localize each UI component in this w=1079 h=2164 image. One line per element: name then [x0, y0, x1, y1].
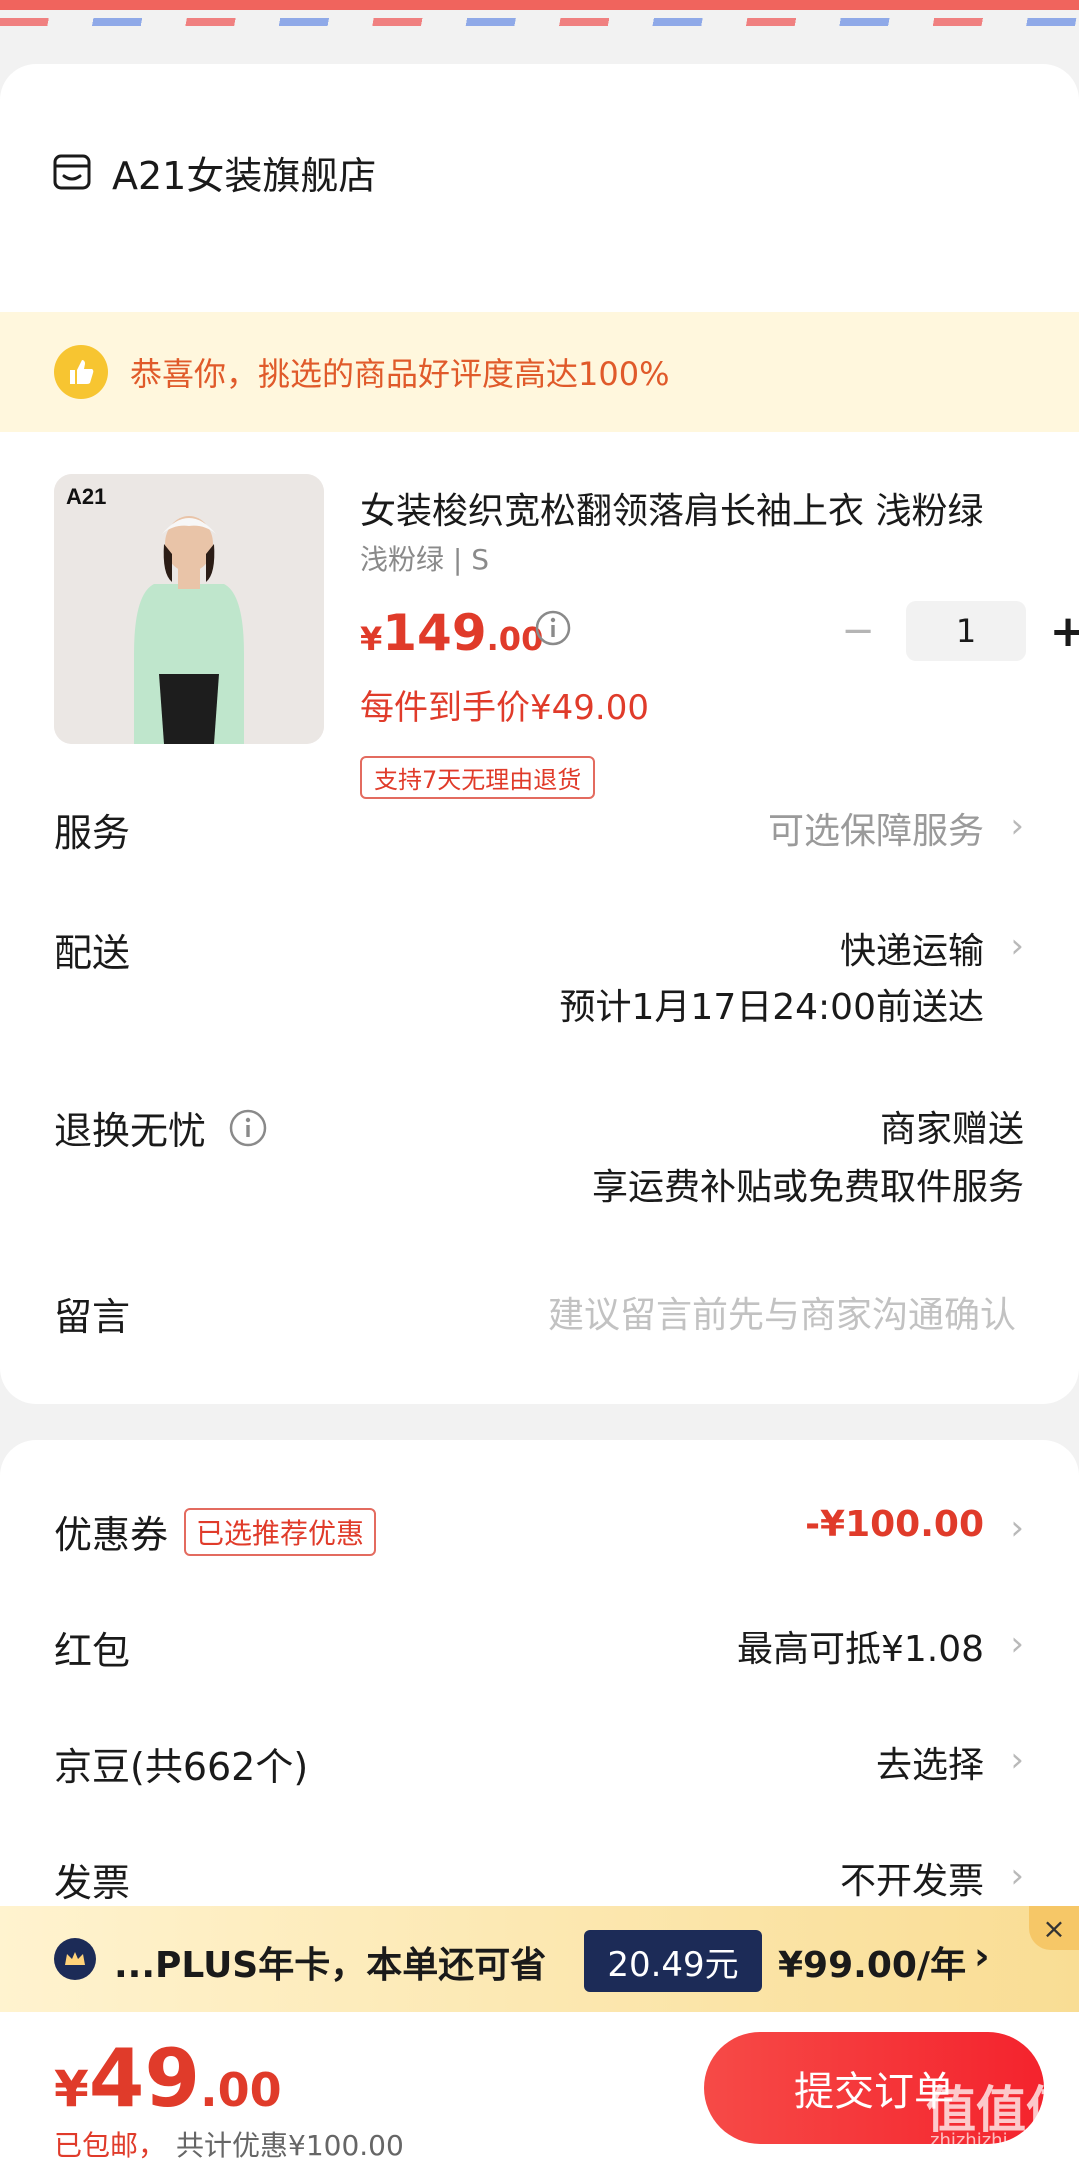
quantity-input[interactable]: 1: [906, 601, 1026, 661]
airmail-border: [0, 0, 1079, 30]
message-label: 留言: [54, 1295, 131, 1339]
decrease-quantity-button[interactable]: −: [838, 608, 878, 654]
store-icon: [53, 154, 91, 190]
top-red-line: [0, 0, 1079, 10]
rating-banner: 恭喜你，挑选的商品好评度高达100%: [0, 312, 1079, 432]
product-title[interactable]: 女装梭织宽松翻领落肩长袖上衣 浅粉绿: [360, 482, 1050, 534]
total-integer: 49: [88, 2032, 201, 2125]
returns-row: 退换无忧 商家赠送 享运费补贴或免费取件服务: [54, 1100, 1024, 1210]
product-item: A21 女装梭织宽松翻领落肩长袖上衣 浅粉绿 浅粉绿 | S ¥149.00 每…: [54, 474, 1079, 804]
service-row[interactable]: 服务 可选保障服务 ›: [54, 802, 1024, 862]
total-currency: ¥: [54, 2060, 89, 2118]
chevron-right-icon: ›: [1010, 1740, 1024, 1780]
delivery-eta: 预计1月17日24:00前送达: [559, 987, 984, 1028]
redpacket-row[interactable]: 红包 最高可抵¥1.08 ›: [54, 1620, 1024, 1680]
price-info-icon[interactable]: [534, 609, 572, 647]
price-integer: 149: [382, 604, 487, 662]
chevron-right-icon: ›: [1010, 1508, 1024, 1548]
delivery-method: 快递运输: [839, 931, 984, 972]
plus-membership-bar[interactable]: ...PLUS年卡，本单还可省 20.49元 ¥99.00/年 › ×: [0, 1906, 1079, 2012]
product-price: ¥149.00: [360, 604, 543, 662]
shop-name: A21女装旗舰店: [112, 153, 377, 198]
close-icon[interactable]: ×: [1029, 1906, 1079, 1950]
plus-promo-text: ...PLUS年卡，本单还可省: [114, 1945, 547, 1986]
checkout-footer: ¥49.00 已包邮， 共计优惠¥100.00 提交订单: [0, 2012, 1079, 2164]
redpacket-label: 红包: [54, 1629, 131, 1673]
service-value: 可选保障服务: [767, 811, 984, 852]
invoice-label: 发票: [54, 1861, 131, 1905]
invoice-row[interactable]: 发票 不开发票 ›: [54, 1852, 1024, 1912]
coupon-row[interactable]: 优惠券 已选推荐优惠 -¥100.00 ›: [54, 1504, 1024, 1564]
increase-quantity-button[interactable]: +: [1048, 606, 1079, 657]
thumbs-up-icon: [54, 345, 108, 399]
delivery-row[interactable]: 配送 快递运输 › 预计1月17日24:00前送达: [54, 922, 1024, 1032]
watermark-url: zhizhizhi.com: [930, 2130, 1052, 2151]
service-label: 服务: [54, 811, 131, 855]
airmail-stripes: [0, 18, 1079, 26]
invoice-value: 不开发票: [839, 1861, 984, 1902]
product-image[interactable]: A21: [54, 474, 324, 744]
shop-header[interactable]: A21女装旗舰店: [52, 142, 376, 202]
coupon-label: 优惠券: [54, 1513, 169, 1557]
total-price: ¥49.00: [54, 2032, 282, 2125]
plus-savings-badge: 20.49元: [584, 1930, 762, 1992]
jingdou-value: 去选择: [875, 1745, 984, 1786]
returns-value-detail: 享运费补贴或免费取件服务: [591, 1167, 1024, 1208]
banner-text: 恭喜你，挑选的商品好评度高达100%: [130, 355, 670, 393]
delivery-label: 配送: [54, 931, 131, 975]
jingdou-label: 京豆(共662个): [54, 1745, 309, 1789]
chevron-right-icon: ›: [1010, 806, 1024, 846]
price-currency: ¥: [360, 620, 383, 658]
product-image-brand: A21: [66, 484, 106, 509]
coupon-value: -¥100.00: [805, 1504, 984, 1545]
chevron-right-icon: ›: [1010, 1624, 1024, 1664]
plus-price: ¥99.00/年: [778, 1945, 967, 1986]
coupon-badge: 已选推荐优惠: [184, 1507, 377, 1556]
message-row[interactable]: 留言 建议留言前先与商家沟通确认: [54, 1286, 1024, 1346]
return-policy-tag: 支持7天无理由退货: [360, 756, 596, 799]
total-discount: 共计优惠¥100.00: [176, 2129, 404, 2162]
jingdou-row[interactable]: 京豆(共662个) 去选择 ›: [54, 1736, 1024, 1796]
final-unit-price: 每件到手价¥49.00: [360, 688, 649, 728]
footer-summary: 已包邮， 共计优惠¥100.00: [54, 2124, 404, 2164]
product-spec[interactable]: 浅粉绿 | S: [360, 538, 489, 578]
redpacket-value: 最高可抵¥1.08: [736, 1629, 984, 1670]
chevron-right-icon: ›: [1010, 926, 1024, 966]
quantity-stepper: − 1 +: [838, 600, 1079, 662]
order-item-card: A21女装旗舰店 恭喜你，挑选的商品好评度高达100% A21 女装梭织宽松翻领…: [0, 64, 1079, 1404]
returns-label: 退换无忧: [54, 1109, 207, 1153]
chevron-right-icon: ›: [1010, 1856, 1024, 1896]
chevron-right-icon: ›: [974, 1934, 990, 1978]
shipping-note: 已包邮，: [54, 2129, 167, 2162]
returns-value: 商家赠送: [879, 1109, 1024, 1150]
total-decimal: .00: [200, 2063, 282, 2117]
message-input[interactable]: 建议留言前先与商家沟通确认: [548, 1286, 1016, 1338]
plus-crown-icon: [54, 1938, 96, 1980]
returns-info-icon[interactable]: [228, 1108, 268, 1148]
